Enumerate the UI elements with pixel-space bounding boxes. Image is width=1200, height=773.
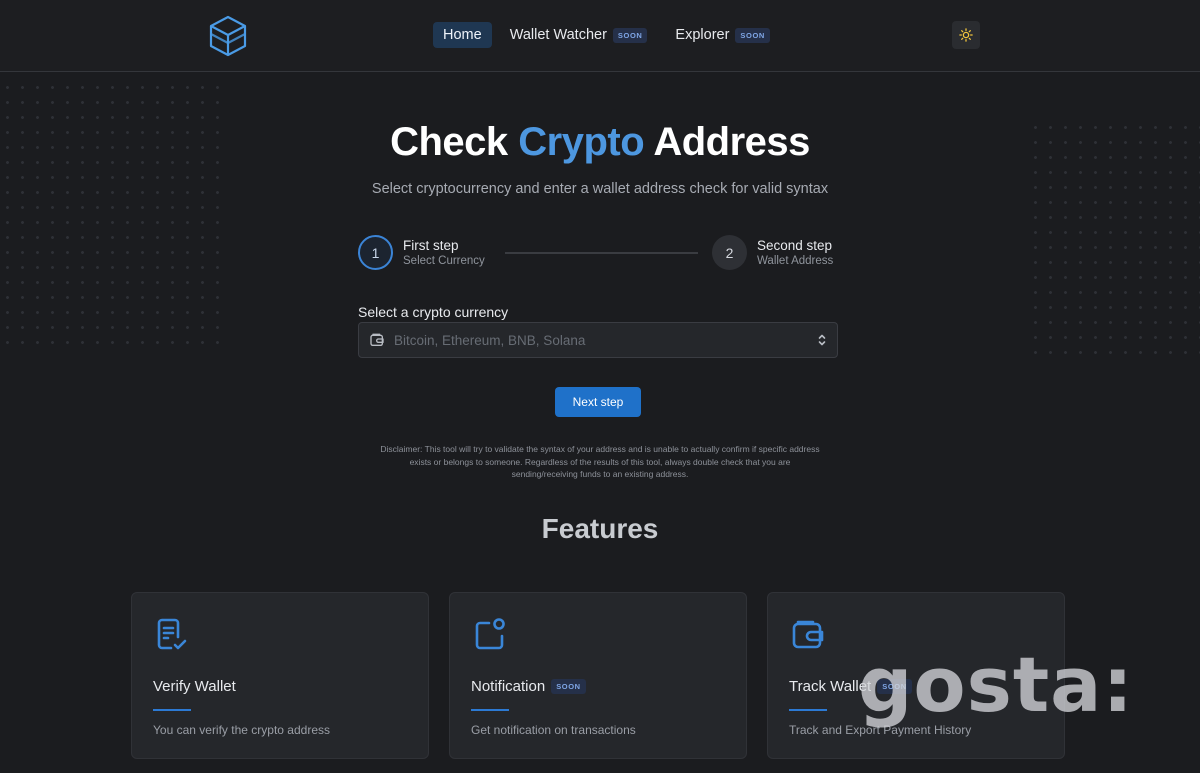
sun-icon [959, 28, 973, 42]
soon-badge: SOON [612, 27, 648, 43]
nav-wallet-watcher[interactable]: Wallet Watcher SOON [500, 22, 658, 48]
step-two-desc: Wallet Address [757, 254, 834, 267]
feature-card-verify-wallet[interactable]: Verify Wallet You can verify the crypto … [131, 592, 429, 759]
card-description: You can verify the crypto address [153, 723, 330, 737]
title-part-crypto: Crypto [518, 120, 645, 164]
chevron-up-down-icon [818, 334, 826, 346]
currency-select-label: Select a crypto currency [358, 304, 509, 320]
wallet-icon [370, 333, 384, 346]
title-part-check: Check [390, 120, 508, 164]
title-part-address: Address [653, 120, 810, 164]
currency-select[interactable]: Bitcoin, Ethereum, BNB, Solana [358, 322, 838, 358]
card-title-text: Verify Wallet [153, 678, 236, 695]
step-two-title: Second step [757, 237, 833, 253]
page-title: Check Crypto Address [0, 120, 1200, 165]
card-divider [789, 709, 827, 711]
step-one-desc: Select Currency [403, 254, 485, 267]
step-one-number: 1 [358, 235, 393, 270]
card-divider [471, 709, 509, 711]
card-title: Verify Wallet [153, 678, 236, 695]
nav-explorer-label: Explorer [675, 27, 730, 43]
next-step-button[interactable]: Next step [555, 387, 641, 417]
nav-explorer[interactable]: Explorer SOON [665, 22, 780, 48]
step-two: 2 Second step Wallet Address [712, 235, 833, 270]
nav-home-label: Home [443, 27, 482, 43]
top-navbar: Home Wallet Watcher SOON Explorer SOON [0, 0, 1200, 72]
step-one: 1 First step Select Currency [358, 235, 485, 270]
card-description: Get notification on transactions [471, 723, 636, 737]
soon-badge: SOON [551, 679, 586, 694]
nav-wallet-watcher-label: Wallet Watcher [509, 27, 607, 43]
logo-icon[interactable] [208, 15, 248, 57]
verify-document-icon [157, 618, 187, 650]
step-two-number: 2 [712, 235, 747, 270]
theme-toggle-button[interactable] [952, 21, 980, 49]
feature-card-notification[interactable]: Notification SOON Get notification on tr… [449, 592, 747, 759]
disclaimer-text: Disclaimer: This tool will try to valida… [380, 444, 820, 480]
step-connector [505, 252, 698, 254]
page-subtitle: Select cryptocurrency and enter a wallet… [371, 181, 829, 197]
currency-select-placeholder: Bitcoin, Ethereum, BNB, Solana [394, 332, 586, 348]
nav-home[interactable]: Home [433, 22, 492, 48]
step-one-title: First step [403, 237, 459, 253]
main-nav: Home Wallet Watcher SOON Explorer SOON [433, 22, 788, 48]
wallet-icon [792, 620, 824, 649]
features-heading: Features [541, 513, 659, 544]
card-title: Notification SOON [471, 678, 586, 695]
watermark-logo: gosta: [858, 640, 1134, 729]
card-divider [153, 709, 191, 711]
card-title-text: Notification [471, 678, 546, 695]
soon-badge: SOON [735, 27, 770, 43]
notification-icon [475, 618, 505, 650]
